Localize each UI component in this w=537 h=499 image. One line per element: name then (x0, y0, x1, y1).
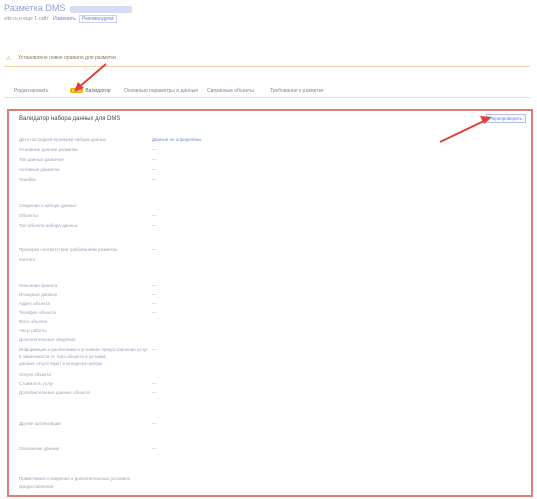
row-value: — (152, 421, 157, 426)
list-item: Адрес объекта — (19, 301, 157, 306)
row-value: — (152, 147, 157, 152)
list-item: Дополнительные данные объекта — (19, 390, 157, 395)
list-item: Контент (19, 257, 36, 262)
list-item: Дополнительные сведения (19, 337, 75, 342)
row-value: — (152, 446, 157, 451)
row-value: — (152, 247, 157, 252)
list-item: Дата последней проверки набора данных Дан… (19, 137, 201, 142)
row-value: — (152, 283, 157, 288)
tab-validator[interactable]: NEW Валидатор (70, 88, 111, 94)
row-label: Описание проекта (19, 283, 58, 288)
row-label: данные отсутствуют в исходном наборе (19, 361, 103, 366)
row-label: Контент (19, 257, 36, 262)
row-value-link[interactable]: Данные не определены (152, 137, 201, 142)
row-value: — (152, 157, 157, 162)
notice-text: Установлено новое правило для разметки (18, 55, 117, 61)
row-label: Информация о расписании и условиях предо… (19, 347, 148, 352)
list-item: Услуги объекта (19, 372, 51, 377)
row-label: Тип данных разметки (19, 157, 64, 162)
list-item: Тип объекта набора данных — (19, 223, 157, 228)
row-value: — (152, 292, 157, 297)
page-subtitle: site.ru и еще 1 сайт Изменить Рекомендуе… (4, 15, 132, 23)
list-item: в зависимости от типа объекта и условий (19, 354, 106, 359)
recheck-button[interactable]: Перепроверить (485, 114, 526, 123)
row-label: Тип объекта набора данных (19, 223, 78, 228)
row-label: Связанные данные (19, 446, 60, 451)
row-label: Другие организации (19, 421, 61, 426)
list-item: Другие организации — (19, 421, 157, 426)
row-value: — (152, 213, 157, 218)
tab-validator-label: Валидатор (85, 88, 111, 94)
list-item: Связанные данные — (19, 446, 157, 451)
list-item: Фото объекта (19, 319, 47, 324)
list-item: Описание проекта — (19, 283, 157, 288)
row-label: Фото объекта (19, 319, 48, 324)
row-label: Исходные данные (19, 292, 58, 297)
list-item: Стоимость услуг — (19, 381, 157, 386)
row-label: Дата последней проверки набора данных (19, 137, 107, 142)
list-item: Ошибки — (19, 177, 157, 182)
row-value: — (152, 310, 157, 315)
list-item: Проверка соответствия требованиям размет… (19, 247, 157, 252)
tab-requirements[interactable]: Требования к разметке (270, 88, 324, 94)
tab-main-params[interactable]: Основные параметры и данные (124, 88, 198, 94)
row-label: Основные данные разметки (19, 147, 78, 152)
tab-bar: Редактировать NEW Валидатор Основные пара… (4, 86, 530, 98)
redacted-title-part (70, 5, 133, 13)
list-item: Основные данные разметки — (19, 147, 157, 152)
tab-related[interactable]: Связанные объекты (207, 88, 254, 94)
row-label: Дополнительные сведения (19, 337, 76, 342)
row-label: Ошибки (19, 177, 36, 182)
list-item: Телефон объекта — (19, 310, 157, 315)
row-label: Телефон объекта (19, 310, 56, 315)
change-link[interactable]: Изменить (53, 16, 76, 22)
row-label: Объекты (19, 213, 38, 218)
list-item: Исходные данные — (19, 292, 157, 297)
recommend-badge[interactable]: Рекомендуем (79, 15, 117, 23)
page-header: Разметка DMS site.ru и еще 1 сайт Измени… (4, 3, 133, 23)
page-title: Разметка DMS (4, 3, 66, 13)
row-label: Сведения о наборе данных (19, 203, 77, 208)
row-value: — (152, 167, 157, 172)
row-value: — (152, 381, 157, 386)
row-label: Активные разметки (19, 167, 60, 172)
new-badge: NEW (70, 88, 84, 94)
row-value: — (152, 347, 157, 352)
row-label: Часы работы (19, 328, 47, 333)
row-label: Услуги объекта (19, 372, 51, 377)
list-item: предоставления (19, 484, 53, 489)
row-label: Адрес объекта (19, 301, 50, 306)
list-item: Примечания и сведения о дополнительных у… (19, 476, 130, 481)
list-item: Часы работы (19, 328, 47, 333)
list-item: Активные разметки — (19, 167, 157, 172)
row-label: предоставления (19, 484, 54, 489)
list-item: Объекты — (19, 213, 157, 218)
warning-icon: ⚠ (6, 56, 12, 62)
row-value: — (152, 177, 157, 182)
validator-panel: Валидатор набора данных для DMS Перепров… (7, 109, 533, 497)
list-item: Сведения о наборе данных (19, 203, 76, 208)
row-label: Дополнительные данные объекта (19, 390, 90, 395)
panel-title: Валидатор набора данных для DMS (19, 116, 121, 122)
row-label: Проверка соответствия требованиям размет… (19, 247, 118, 252)
row-value: — (152, 301, 157, 306)
row-value: — (152, 223, 157, 228)
notice-bar: ⚠ Установлено новое правило для разметки (4, 54, 530, 67)
tab-edit[interactable]: Редактировать (14, 88, 49, 94)
list-item: Тип данных разметки — (19, 157, 157, 162)
list-item: Информация о расписании и условиях предо… (19, 347, 157, 352)
list-item: данные отсутствуют в исходном наборе (19, 361, 103, 366)
row-label: Стоимость услуг (19, 381, 54, 386)
row-label: в зависимости от типа объекта и условий (19, 354, 106, 359)
subtitle-text: site.ru и еще 1 сайт (4, 16, 49, 22)
row-label: Примечания и сведения о дополнительных у… (19, 476, 130, 481)
row-value: — (152, 390, 157, 395)
